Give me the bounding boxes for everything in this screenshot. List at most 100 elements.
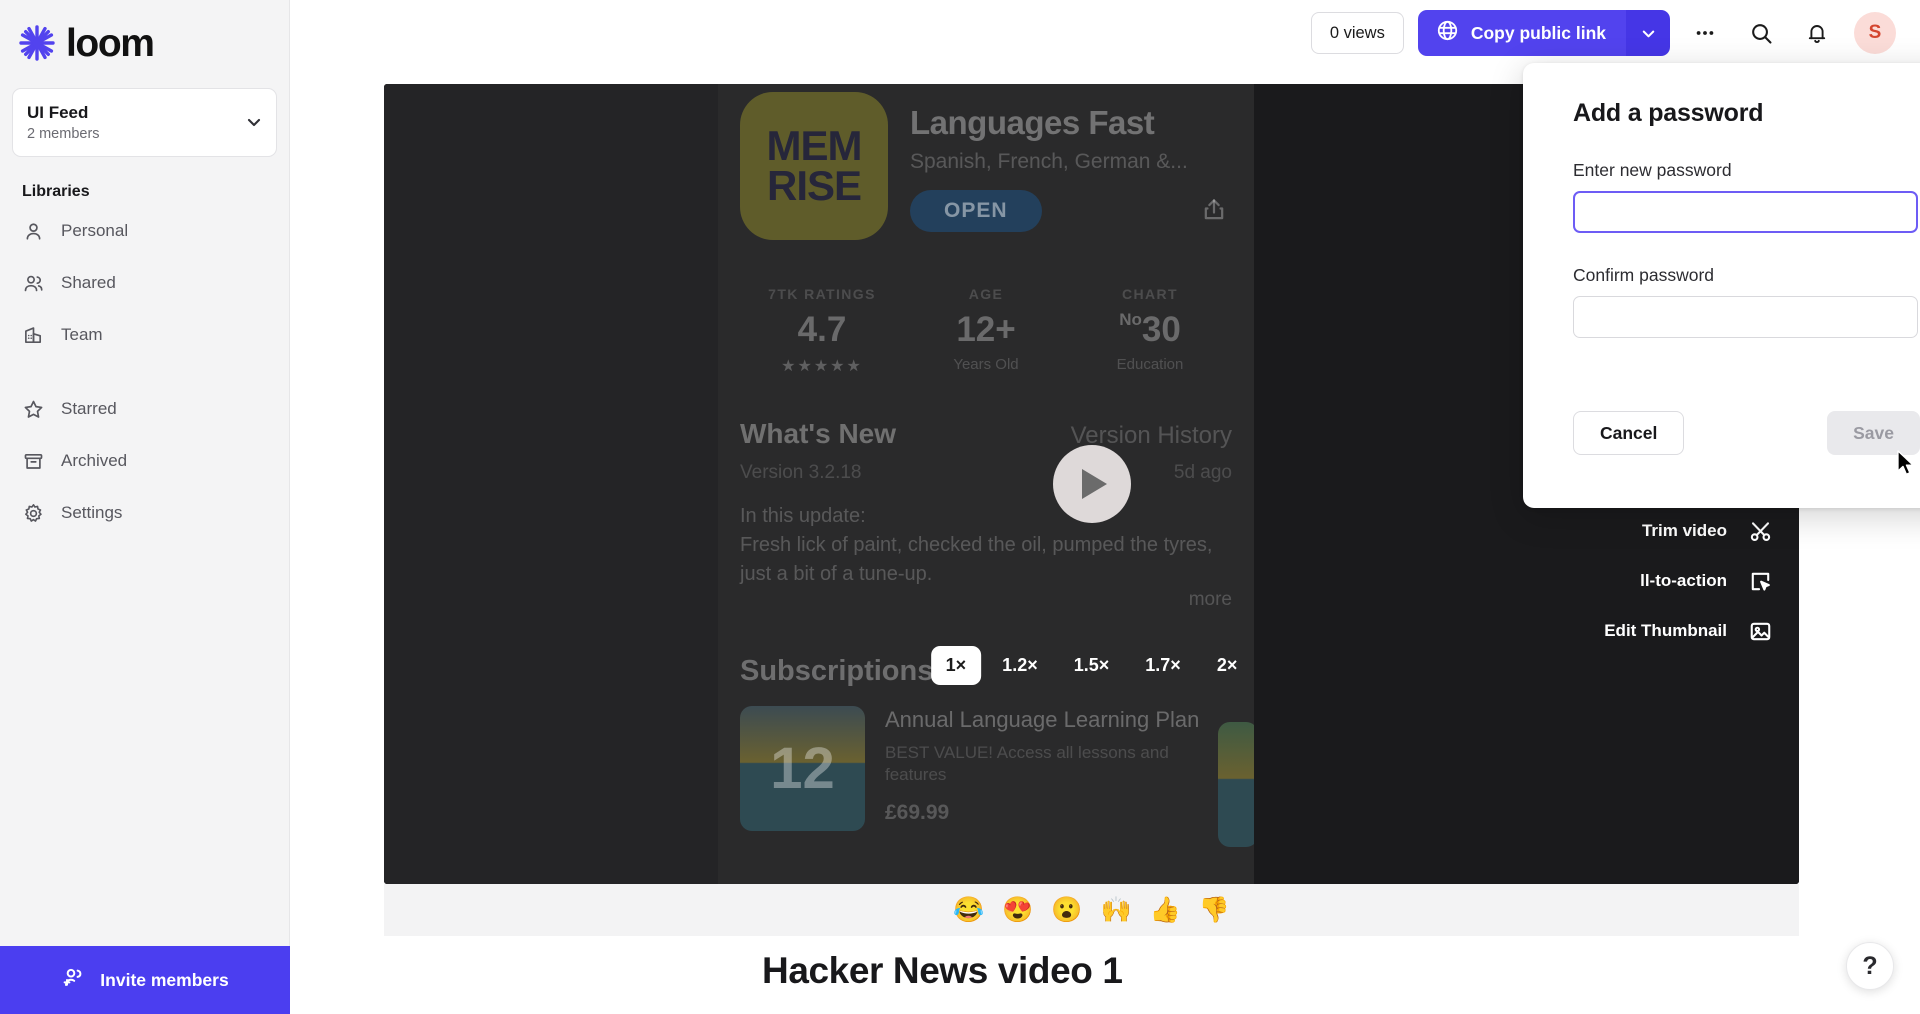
more-options-button[interactable] [1684,12,1726,54]
stat-age: AGE 12+ Years Old [904,286,1068,376]
copy-public-link-button[interactable]: Copy public link [1417,10,1626,56]
stat-value: 12+ [956,310,1016,349]
whats-new-title: What's New [740,418,897,449]
app-title: Languages Fast [910,104,1155,141]
help-button[interactable]: ? [1846,942,1894,990]
person-icon [22,220,44,242]
play-button[interactable] [1052,445,1131,523]
subscription-next-card-edge [1218,722,1254,847]
modal-actions: Cancel Save [1573,411,1920,455]
subscription-thumbnail: 12 [740,706,865,831]
memrise-app-icon: MEM RISE [740,92,888,240]
search-button[interactable] [1740,12,1782,54]
workspace-name: UI Feed [27,103,89,122]
reaction-thumbs-down[interactable]: 👎 [1199,897,1230,923]
workspace-members: 2 members [27,126,100,143]
reaction-laughing[interactable]: 😂 [953,897,984,923]
play-icon [1082,469,1107,499]
speed-option-1.7x[interactable]: 1.7× [1130,646,1196,685]
sidebar-item-label: Archived [61,451,128,471]
modal-title: Add a password [1573,99,1764,127]
stat-unit: Education [1116,356,1184,373]
speed-option-2x[interactable]: 2× [1202,646,1253,685]
libraries-section-label: Libraries [22,183,90,201]
new-password-input[interactable] [1573,191,1918,233]
search-icon [1751,23,1772,44]
stat-stars: ★★★★★ [781,358,863,375]
stat-unit: Years Old [953,356,1019,373]
gear-icon [22,502,44,524]
loom-video-page: loom UI Feed 2 members Libraries Persona… [0,0,1920,1014]
sidebar-item-starred[interactable]: Starred [0,383,289,435]
sidebar-item-personal[interactable]: Personal [0,205,289,257]
tool-call-to-action[interactable]: ll-to-action [1604,556,1773,606]
tool-label: ll-to-action [1640,571,1727,590]
reaction-raised-hands[interactable]: 🙌 [1101,897,1132,923]
tool-label: Edit Thumbnail [1604,621,1727,640]
invite-members-label: Invite members [100,969,229,990]
sidebar-item-shared[interactable]: Shared [0,257,289,309]
stat-number: 30 [1141,310,1181,349]
app-icon-line2: RISE [766,162,862,209]
sidebar-item-label: Starred [61,399,117,419]
stat-value: 4.7 [797,310,847,349]
update-body: Fresh lick of paint, checked the oil, pu… [740,534,1213,585]
loom-logo[interactable]: loom [0,0,289,68]
stat-chart: CHART No30 Education [1068,286,1232,376]
speed-option-1.5x[interactable]: 1.5× [1059,646,1125,685]
confirm-password-input[interactable] [1573,296,1918,338]
archive-box-icon [22,450,44,472]
subscription-item: 12 Annual Language Learning Plan BEST VA… [740,706,1232,831]
workspace-switcher[interactable]: UI Feed 2 members [12,88,277,158]
more-link: more [1188,589,1232,610]
sidebar-item-team[interactable]: Team [0,309,289,361]
reaction-surprised[interactable]: 😮 [1051,897,1082,923]
stat-value: No30 [1068,310,1232,350]
people-icon [22,272,44,294]
loom-wordmark: loom [66,21,155,65]
sidebar-item-archived[interactable]: Archived [0,435,289,487]
playback-speed-selector: 1× 1.2× 1.5× 1.7× 2× [930,646,1253,685]
page-title: Hacker News video 1 [762,950,1123,991]
video-title-block: Hacker News video 1 [762,950,1123,1014]
scissors-icon [1747,518,1773,544]
notifications-button[interactable] [1796,12,1838,54]
sidebar-item-settings[interactable]: Settings [0,487,289,539]
call-to-action-icon [1747,568,1773,594]
sidebar-divider-gap [0,361,289,383]
ellipsis-icon [1696,31,1714,35]
stat-caption: CHART [1122,286,1178,302]
stat-prefix: No [1119,310,1142,329]
sidebar: loom UI Feed 2 members Libraries Persona… [0,0,290,1014]
star-icon [22,398,44,420]
app-icon-line1: MEM [766,121,863,169]
reactions-bar: 😂 😍 😮 🙌 👍 👎 [384,884,1799,936]
avatar[interactable]: S [1854,12,1896,54]
invite-members-button[interactable]: Invite members [0,946,290,1014]
copy-public-link-label: Copy public link [1470,22,1606,43]
reaction-thumbs-up[interactable]: 👍 [1150,897,1181,923]
topbar: 0 views Copy public link S [290,0,1920,66]
share-icon [1200,195,1228,228]
sidebar-item-label: Shared [61,273,116,293]
bell-icon [1808,25,1826,43]
image-icon [1747,618,1773,644]
stat-ratings: 7TK RATINGS 4.7 ★★★★★ [740,286,904,376]
globe-icon [1436,19,1459,47]
sidebar-item-label: Settings [61,503,123,523]
app-stats-row: 7TK RATINGS 4.7 ★★★★★ AGE 12+ Years Old … [740,286,1232,376]
tool-trim-video[interactable]: Trim video [1604,506,1773,556]
update-intro: In this update: [740,505,866,527]
speed-option-1.2x[interactable]: 1.2× [987,646,1053,685]
tool-edit-thumbnail[interactable]: Edit Thumbnail [1604,606,1773,656]
cancel-button[interactable]: Cancel [1573,411,1685,455]
speed-option-1x[interactable]: 1× [930,646,982,685]
video-frame-left [384,84,718,884]
sidebar-item-label: Team [61,325,103,345]
new-password-label: Enter new password [1573,160,1732,180]
views-counter[interactable]: 0 views [1310,12,1404,54]
reaction-heart-eyes[interactable]: 😍 [1002,897,1033,923]
save-button[interactable]: Save [1827,411,1920,455]
copy-link-dropdown-toggle[interactable] [1626,10,1670,56]
stat-caption: 7TK RATINGS [768,286,876,302]
